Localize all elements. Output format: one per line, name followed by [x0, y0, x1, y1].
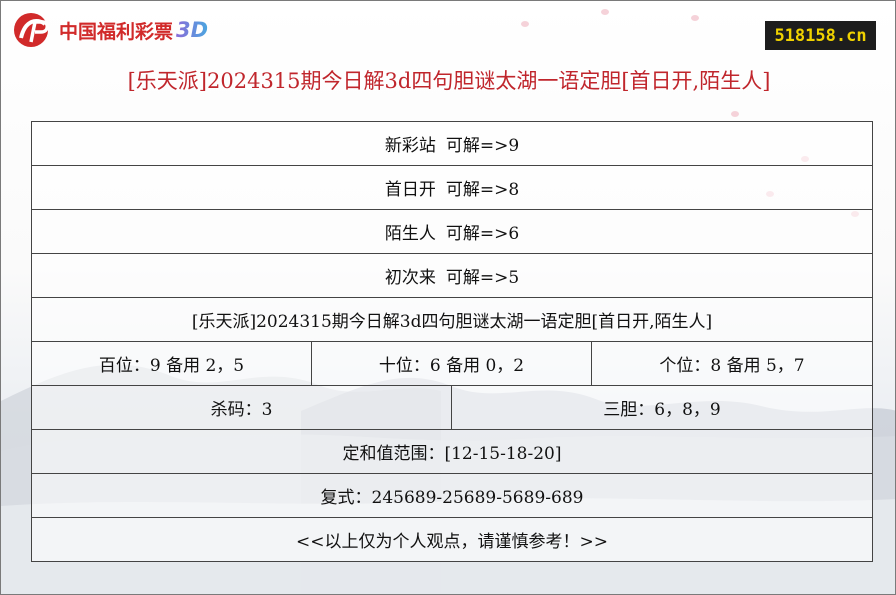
riddle-cell: 陌生人 可解=>6: [31, 209, 873, 254]
welfare-lottery-logo-icon: [14, 13, 49, 47]
page-title: [乐天派]2024315期今日解3d四句胆谜太湖一语定胆[首日开,陌生人]: [127, 69, 771, 93]
petal-decoration: [521, 21, 529, 27]
tens-position-cell: 十位：6 备用 0，2: [311, 341, 592, 386]
riddle-word: 陌生人: [384, 224, 436, 244]
table-row: 初次来 可解=>5: [31, 253, 873, 298]
compound-cell: 复式：245689-25689-5689-689: [31, 473, 873, 518]
page-frame: 中国福利彩票 3D 518158.cn [乐天派]2024315期今日解3d四句…: [0, 0, 896, 595]
table-row: [乐天派]2024315期今日解3d四句胆谜太湖一语定胆[首日开,陌生人]: [31, 297, 873, 342]
table-row: 陌生人 可解=>6: [31, 209, 873, 254]
sum-range-cell: 定和值范围：[12-15-18-20]: [31, 429, 873, 474]
table-row: 定和值范围：[12-15-18-20]: [31, 429, 873, 474]
units-position-cell: 个位：8 备用 5，7: [591, 341, 873, 386]
riddle-answer: 可解=>5: [445, 268, 520, 288]
table-row: 首日开 可解=>8: [31, 165, 873, 210]
riddle-cell: 新彩站 可解=>9: [31, 121, 873, 166]
table-row: 百位：9 备用 2，5 十位：6 备用 0，2 个位：8 备用 5，7: [31, 341, 873, 386]
summary-title-cell: [乐天派]2024315期今日解3d四句胆谜太湖一语定胆[首日开,陌生人]: [31, 297, 873, 342]
riddle-word: 初次来: [384, 268, 436, 288]
table-row: <<以上仅为个人观点，请谨慎参考！>>: [31, 517, 873, 562]
riddle-word: 新彩站: [384, 136, 436, 156]
riddle-answer: 可解=>9: [445, 136, 520, 156]
site-badge: 518158.cn: [765, 21, 876, 50]
lottery-logo: 中国福利彩票 3D: [11, 10, 208, 50]
petal-decoration: [691, 15, 699, 21]
hundreds-position-cell: 百位：9 备用 2，5: [31, 341, 312, 386]
logo-text: 中国福利彩票: [59, 20, 174, 43]
kill-code-cell: 杀码：3: [31, 385, 452, 430]
riddle-cell: 首日开 可解=>8: [31, 165, 873, 210]
petal-decoration: [601, 9, 609, 15]
table-row: 新彩站 可解=>9: [31, 121, 873, 166]
logo-3d-text: 3D: [176, 18, 209, 42]
riddle-cell: 初次来 可解=>5: [31, 253, 873, 298]
disclaimer-cell: <<以上仅为个人观点，请谨慎参考！>>: [31, 517, 873, 562]
riddle-answer: 可解=>6: [445, 224, 520, 244]
table-row: 杀码：3 三胆：6，8，9: [31, 385, 873, 430]
prediction-table: 新彩站 可解=>9 首日开 可解=>8 陌生人 可解=>6 初次来 可解=>5 [乐天派…: [31, 121, 873, 562]
table-row: 复式：245689-25689-5689-689: [31, 473, 873, 518]
riddle-word: 首日开: [384, 180, 436, 200]
riddle-answer: 可解=>8: [445, 180, 520, 200]
three-dan-cell: 三胆：6，8，9: [451, 385, 873, 430]
petal-decoration: [731, 111, 739, 117]
